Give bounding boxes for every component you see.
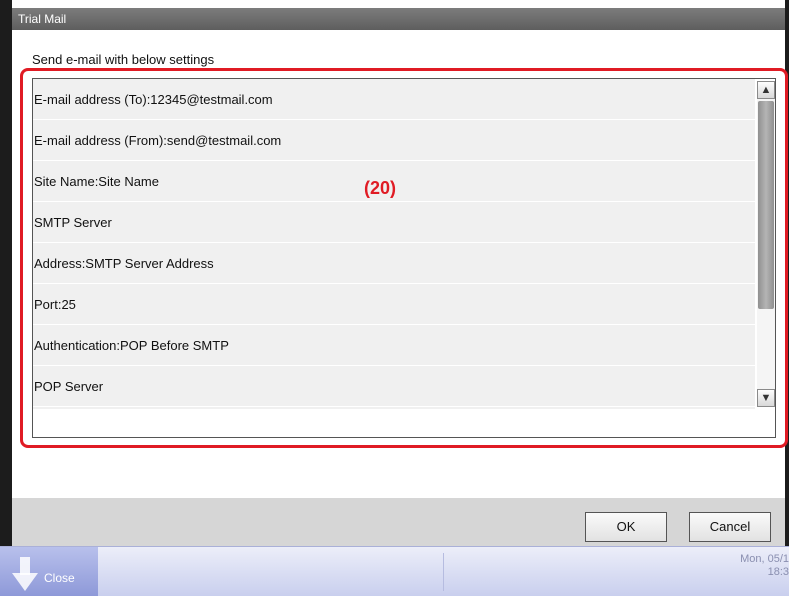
- clock-date: Mon, 05/1: [740, 553, 789, 565]
- ok-button[interactable]: OK: [585, 512, 667, 542]
- vertical-scrollbar[interactable]: ▲ ▼: [757, 81, 775, 407]
- list-item: POP Server: [33, 366, 755, 407]
- list-item: Port:25: [33, 284, 755, 325]
- trial-mail-dialog: Trial Mail Send e-mail with below settin…: [12, 8, 788, 546]
- list-item: E-mail address (From):send@testmail.com: [33, 120, 755, 161]
- clock-time: 18:3: [767, 566, 789, 578]
- list-item: Address:SMTP Server Address: [33, 243, 755, 284]
- list-item: Authentication:POP Before SMTP: [33, 325, 755, 366]
- taskbar-divider: [443, 553, 444, 591]
- list-item: E-mail address (To):12345@testmail.com: [33, 79, 755, 120]
- settings-rows: E-mail address (To):12345@testmail.com E…: [33, 79, 755, 409]
- settings-list[interactable]: E-mail address (To):12345@testmail.com E…: [32, 78, 776, 438]
- annotation-label: (20): [364, 178, 397, 198]
- scroll-thumb[interactable]: [758, 101, 774, 309]
- list-item: SMTP Server: [33, 202, 755, 243]
- scroll-up-button[interactable]: ▲: [757, 81, 775, 99]
- screen: Trial Mail Send e-mail with below settin…: [0, 0, 789, 596]
- dialog-title: Trial Mail: [12, 8, 785, 30]
- dialog-button-bar: OK Cancel: [12, 498, 785, 546]
- close-button[interactable]: Close: [0, 547, 98, 596]
- left-frame: [0, 0, 12, 546]
- close-label: Close: [44, 571, 75, 585]
- scroll-down-button[interactable]: ▼: [757, 389, 775, 407]
- clock: Mon, 05/1 18:3: [740, 553, 789, 579]
- instruction-text: Send e-mail with below settings: [32, 52, 215, 67]
- down-arrow-icon: [12, 557, 38, 591]
- cancel-button[interactable]: Cancel: [689, 512, 771, 542]
- taskbar: Close Mon, 05/1 18:3: [0, 546, 789, 596]
